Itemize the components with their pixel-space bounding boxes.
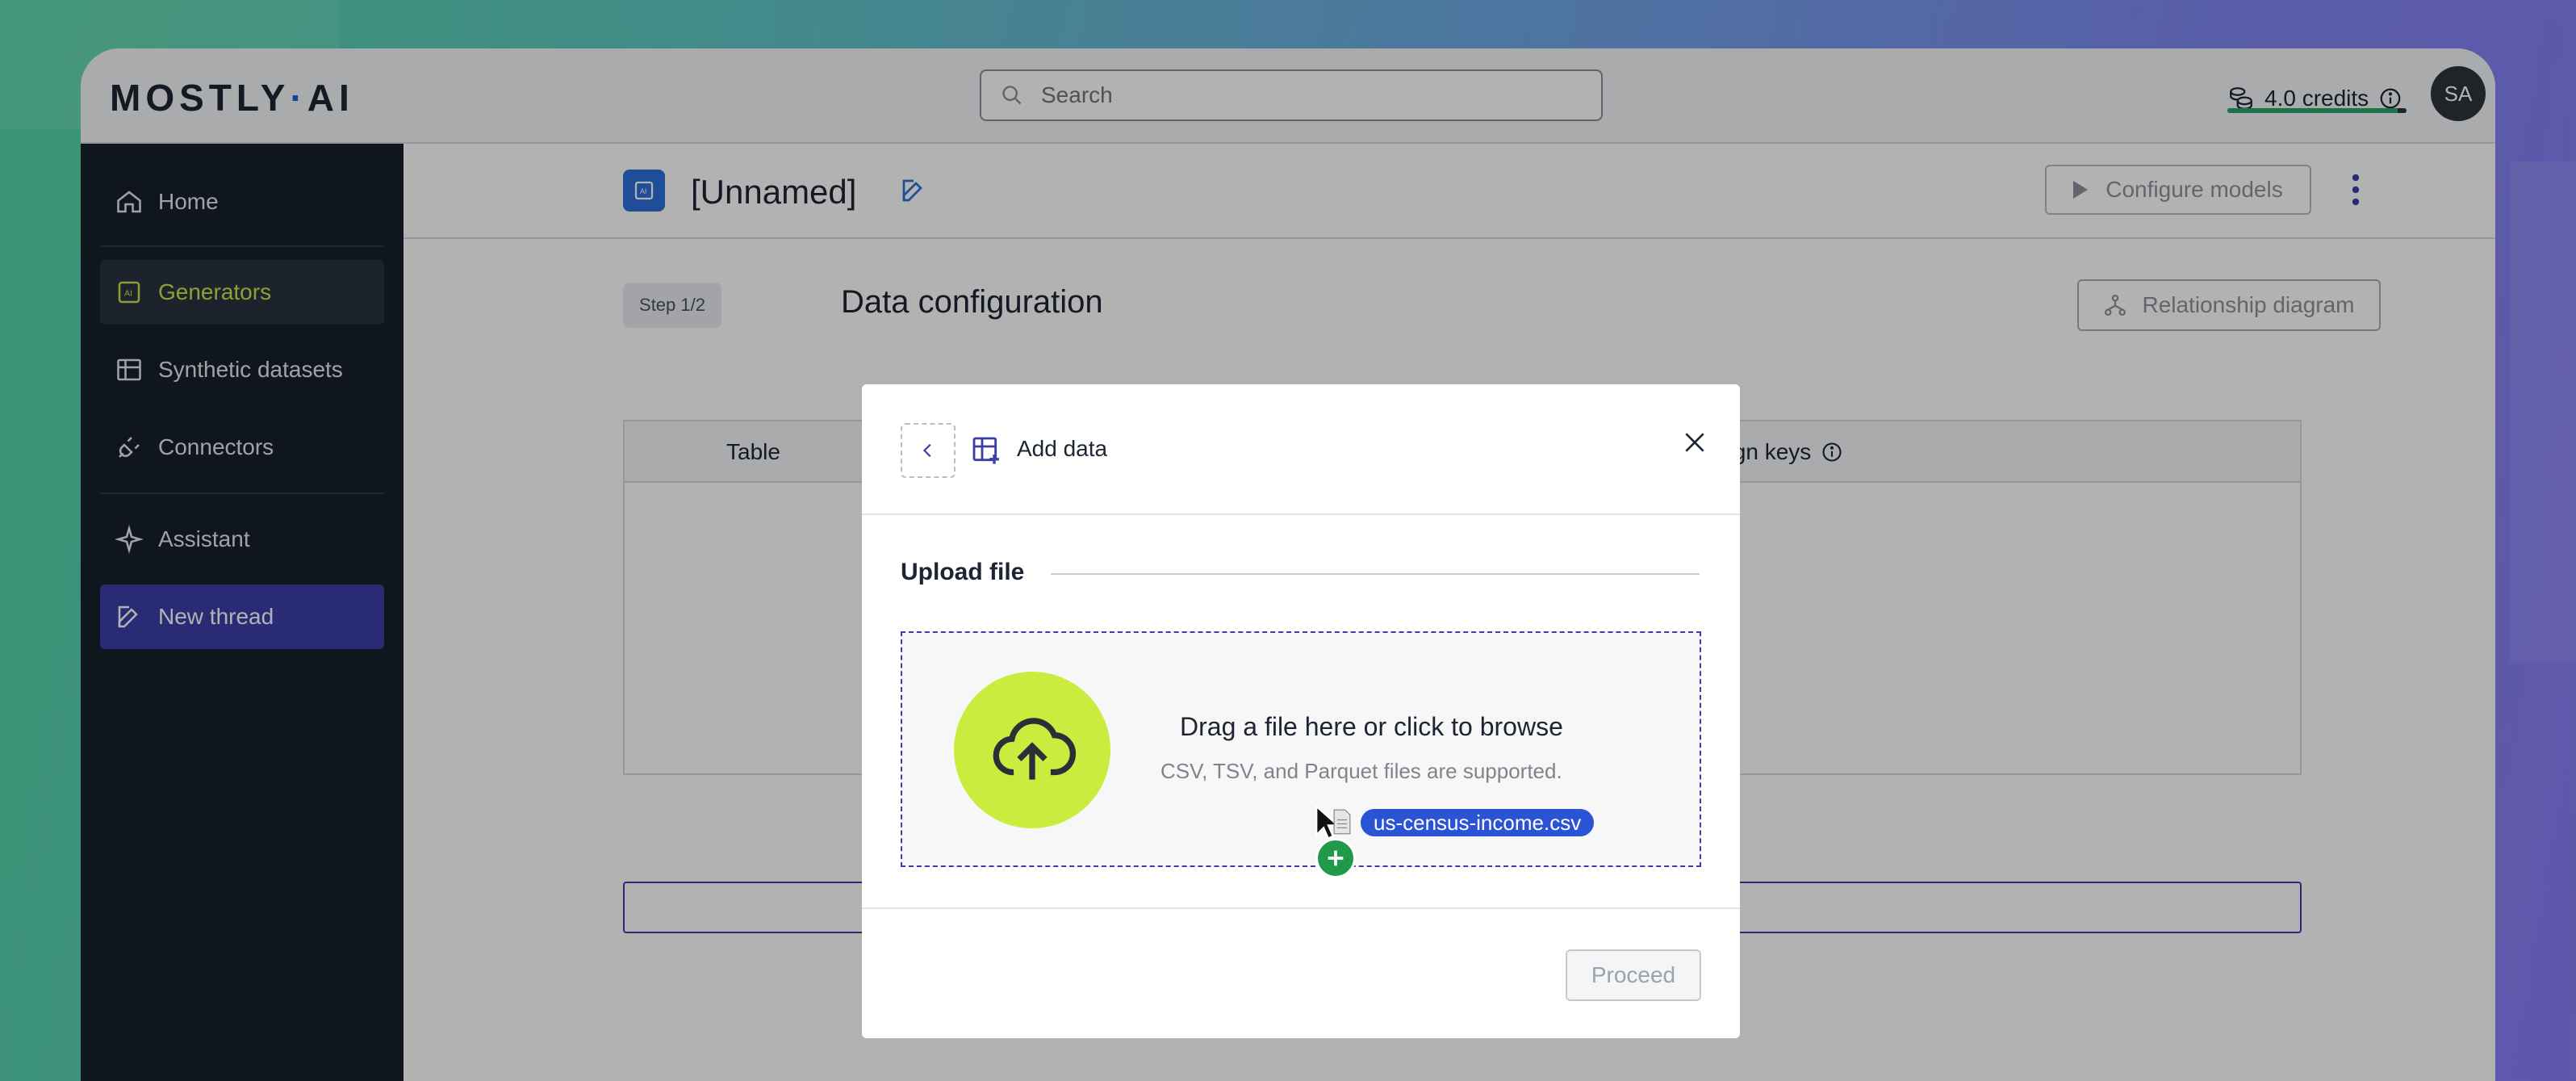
plus-icon bbox=[1328, 850, 1344, 866]
proceed-button[interactable]: Proceed bbox=[1566, 949, 1701, 1001]
file-dropzone[interactable]: Drag a file here or click to browse CSV,… bbox=[901, 631, 1701, 878]
dialog-header: Add data bbox=[862, 384, 1740, 515]
dialog-title: Add data bbox=[1017, 436, 1108, 461]
upload-file-heading: Upload file bbox=[901, 559, 1025, 585]
add-data-dialog: Add data Upload file Drag a file here or… bbox=[862, 384, 1740, 1038]
dragged-file-label: us-census-income.csv bbox=[1361, 809, 1595, 836]
add-copy-badge bbox=[1315, 838, 1356, 878]
cloud-upload-icon bbox=[993, 718, 1077, 780]
file-icon bbox=[1333, 809, 1351, 835]
chevron-left-icon bbox=[922, 443, 931, 458]
divider bbox=[1051, 573, 1700, 575]
dropzone-instruction: Drag a file here or click to browse bbox=[1180, 712, 1563, 741]
close-icon[interactable] bbox=[1682, 429, 1708, 455]
table-add-icon bbox=[972, 437, 999, 464]
divider bbox=[862, 907, 1740, 909]
back-button[interactable] bbox=[901, 423, 956, 478]
dropzone-hint: CSV, TSV, and Parquet files are supporte… bbox=[1160, 759, 1562, 783]
upload-icon-circle bbox=[954, 672, 1110, 828]
